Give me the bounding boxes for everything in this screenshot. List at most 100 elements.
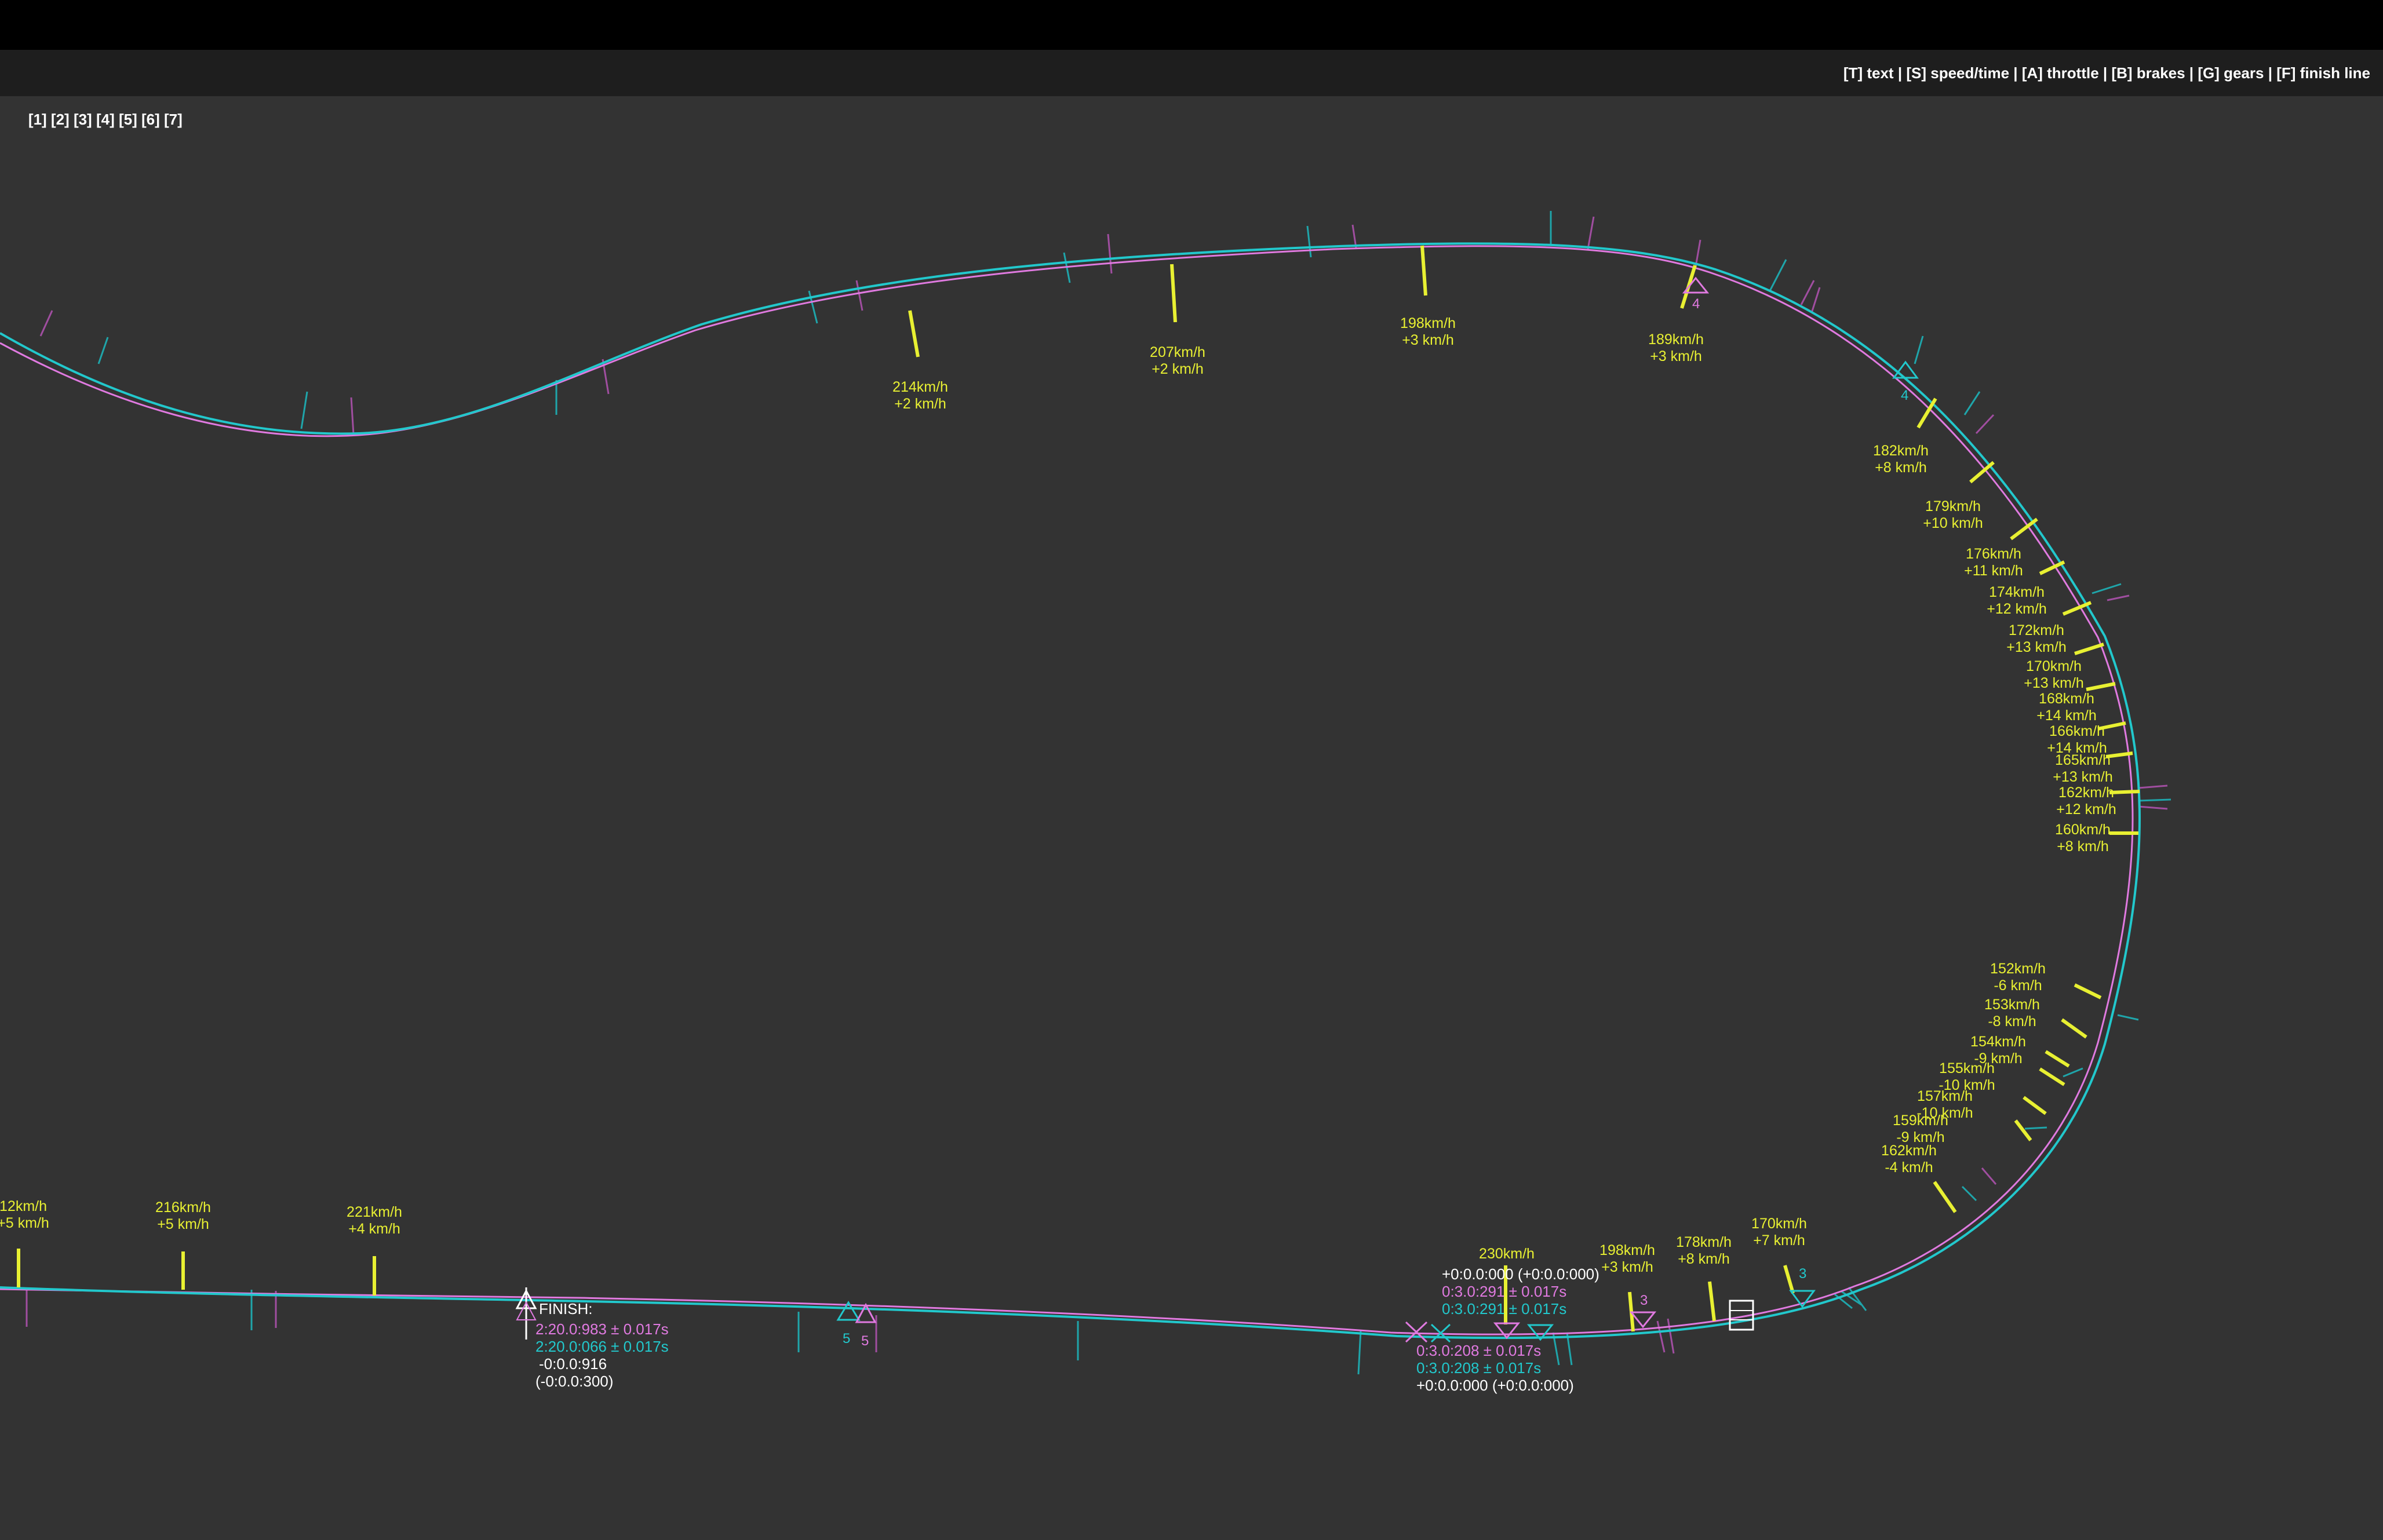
speed-marker [2086,682,2116,691]
lap-a-line [0,245,2134,1335]
speed-label: 168km/h [2039,691,2094,707]
lap-a-input-tick [2138,805,2168,810]
split-upper-lap-a: 0:3.0:291 ± 0.017s [1442,1283,1566,1300]
split-lower-lap-a: 0:3.0:208 ± 0.017s [1416,1342,1541,1359]
speed-marker [1933,1181,1957,1213]
speed-delta-label: +3 km/h [1402,332,1454,348]
speed-label: 162km/h [1881,1143,1937,1159]
lap-b-input-tick [2063,1067,2083,1078]
gear-label: 4 [1692,296,1700,312]
gear-label: 3 [1799,1266,1806,1282]
lap-b-input-tick [1357,1330,1362,1375]
speed-label: 154km/h [1970,1034,2026,1050]
finish-title: FINISH: [539,1300,592,1318]
speed-label: 153km/h [1984,997,2040,1013]
speed-delta-label: +2 km/h [894,396,946,412]
speed-delta-label: +4 km/h [348,1221,400,1237]
lap-b-input-tick [2024,1126,2047,1130]
speed-delta-label: -4 km/h [1885,1159,1933,1176]
split-lower-lap-b: 0:3.0:208 ± 0.017s [1416,1359,1541,1377]
lap-a-input-tick [1667,1318,1675,1354]
gear-triangle-marker: 5 [855,1302,877,1349]
speed-label: 170km/h [2026,658,2082,674]
finish-lap-a-time: 2:20.0:983 ± 0.017s [535,1320,669,1338]
split-info-upper: +0:0.0:000 (+0:0.0:000) 0:3.0:291 ± 0.01… [1442,1265,1599,1318]
speed-label: 178km/h [1676,1234,1732,1250]
gear-triangle-marker [1493,1322,1521,1340]
gear-label: 4 [1901,388,1908,403]
finish-lap-b-time: 2:20.0:066 ± 0.017s [535,1338,669,1355]
speed-delta-label: +12 km/h [2056,801,2116,818]
gear-triangle-marker: 3 [1629,1293,1657,1329]
lap-b-input-tick [300,391,308,429]
split-lower-delta: +0:0.0:000 (+0:0.0:000) [1416,1377,1574,1394]
speed-label: 198km/h [1599,1242,1655,1258]
speed-label: 12km/h [0,1198,47,1214]
gear-label: 3 [1640,1293,1648,1308]
gear-triangle-marker: 4 [1892,360,1919,403]
speed-marker [2039,560,2065,575]
split-upper-delta: +0:0.0:000 (+0:0.0:000) [1442,1265,1599,1283]
speed-marker [2045,1050,2070,1068]
lap-a-input-tick [39,310,53,337]
speed-delta-label: +7 km/h [1753,1232,1805,1249]
lap-a-input-tick [350,397,355,435]
speed-label: 165km/h [2055,752,2111,768]
speed-label: 172km/h [2009,622,2064,638]
speed-marker [1783,1265,1795,1294]
lap-b-line [0,242,2141,1340]
speed-label: 230km/h [1479,1246,1535,1262]
split-upper-lap-b: 0:3.0:291 ± 0.017s [1442,1300,1566,1318]
lap-b-input-tick [1306,225,1312,258]
lap-b-input-tick [1769,259,1787,291]
speed-marker [908,310,920,357]
lap-a-input-tick [1981,1167,1997,1185]
speed-label: 155km/h [1939,1060,1995,1076]
speed-label: 221km/h [347,1204,402,1220]
lap-a-input-tick [2107,594,2130,601]
lap-a-input-tick [1351,224,1357,249]
speed-delta-label: +5 km/h [157,1216,209,1232]
speed-delta-label: +8 km/h [2057,838,2109,855]
lap-a-input-tick [1587,216,1595,250]
lap-b-input-tick [1914,335,1924,364]
speed-marker [1170,264,1177,323]
speed-delta-label: +12 km/h [1987,601,2047,617]
speed-delta-label: -6 km/h [1994,977,2042,994]
speed-label: 174km/h [1989,584,2045,600]
speed-delta-label: +10 km/h [1923,515,1983,531]
speed-marker [2061,1018,2087,1039]
finish-line-marker [515,1287,537,1340]
speed-delta-label: +8 km/h [1875,459,1927,476]
speed-label: 207km/h [1150,344,1205,360]
finish-info: FINISH: 2:20.0:983 ± 0.017s 2:20.0:066 ±… [535,1300,669,1390]
speed-marker [2039,1067,2065,1086]
lap-b-input-tick [1961,1185,1977,1202]
lap-a-input-tick [1800,280,1815,305]
lap-b-input-tick [2117,1014,2139,1021]
gear-change-markers: 4 4 3 3 5 5 [836,276,1919,1349]
speed-label: 189km/h [1648,331,1704,348]
speed-markers [17,245,2140,1332]
speed-marker [2074,643,2104,655]
speed-delta-label: +5 km/h [0,1215,49,1231]
speed-delta-label: +13 km/h [2006,639,2067,655]
speed-label: 157km/h [1917,1088,1973,1104]
speed-delta-label: +14 km/h [2036,707,2097,724]
speed-marker [2074,983,2102,999]
gear-label: 5 [861,1333,869,1349]
speed-label: 152km/h [1990,961,2046,977]
speed-delta-label: +3 km/h [1650,348,1702,364]
speed-delta-label: +2 km/h [1152,361,1204,377]
speed-delta-label: +13 km/h [2024,675,2084,691]
speed-label: 216km/h [155,1199,211,1216]
track-canvas[interactable]: 12km/h+5 km/h216km/h+5 km/h221km/h+4 km/… [0,0,2383,1540]
speed-delta-label: +8 km/h [1678,1251,1730,1267]
speed-marker [1708,1281,1716,1322]
speed-labels: 12km/h+5 km/h216km/h+5 km/h221km/h+4 km/… [0,315,2116,1275]
speed-label: 198km/h [1400,315,1456,331]
speed-label: 176km/h [1966,546,2021,562]
lap-a-input-tick [2138,784,2168,789]
speed-label: 159km/h [1893,1112,1948,1129]
speed-label: 182km/h [1873,443,1929,459]
